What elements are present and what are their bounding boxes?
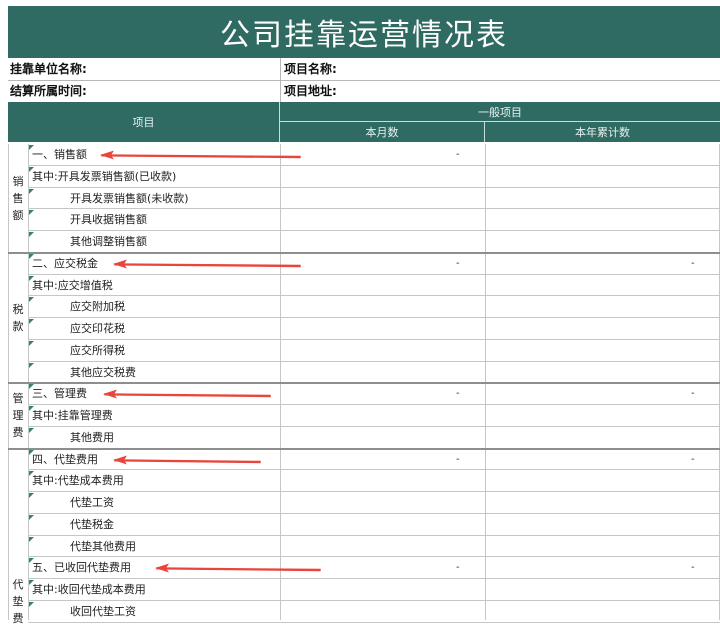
- header-item: 项目: [8, 102, 280, 142]
- project-name-label: 项目名称:: [284, 62, 337, 76]
- row-item-label: 其他费用: [70, 430, 114, 444]
- group-label: 管理费: [8, 383, 28, 448]
- group-divider: [8, 447, 720, 450]
- row-item-label: 其他应交税费: [70, 365, 136, 379]
- group-label-char: 销: [12, 174, 24, 188]
- group-label-char: 管: [12, 392, 24, 406]
- row-item-label: 代垫其他费用: [70, 539, 136, 553]
- row-item-label: 开具收据销售额: [70, 213, 147, 227]
- info-row-1: 挂靠单位名称: 项目名称:: [8, 58, 720, 81]
- annotation-arrow: [113, 259, 301, 269]
- row-item-label: 代垫工资: [70, 496, 114, 509]
- table-row: 开具发票销售额(未收款): [28, 188, 720, 209]
- table-row: 收回代垫工资: [28, 601, 720, 622]
- group-divider: [8, 382, 720, 385]
- table-row: 其他费用: [28, 427, 720, 448]
- header-month: 本月数: [280, 122, 485, 142]
- unit-name-label: 挂靠单位名称:: [10, 62, 87, 76]
- header-general: 一般项目: [280, 102, 720, 122]
- table-row: 其中:应交增值税: [28, 275, 720, 296]
- table-row: 五、已收回代垫费用 - -: [28, 557, 720, 578]
- table-row: 应交所得税: [28, 340, 720, 361]
- row-item-label: 应交附加税: [70, 300, 125, 314]
- table-row: 其他应交税费: [28, 362, 720, 383]
- row-item-label: 其中:应交增值税: [32, 278, 113, 292]
- period-label: 结算所属时间:: [10, 84, 87, 98]
- table-row: 应交印花税: [28, 318, 720, 339]
- group-label: 销售额: [8, 144, 28, 253]
- group-label-char: 款: [12, 320, 24, 333]
- group-label: 代垫费: [8, 576, 28, 636]
- table-row: 代垫其他费用: [28, 536, 720, 557]
- annotation-arrow: [103, 389, 271, 399]
- table-row: 开具收据销售额: [28, 209, 720, 230]
- row-item-label: 收回代垫工资: [70, 604, 136, 618]
- info-row-2: 结算所属时间: 项目地址:: [8, 80, 720, 103]
- info-divider: [280, 80, 281, 102]
- row-item-label: 其他调整销售额: [70, 235, 147, 248]
- table-row: 其中:代垫成本费用: [28, 470, 720, 491]
- row-item-label: 应交所得税: [70, 343, 125, 357]
- group-divider: [8, 251, 720, 254]
- sheet-title: 公司挂靠运营情况表: [8, 6, 720, 58]
- row-item-label: 其中:收回代垫成本费用: [32, 583, 146, 596]
- year-value[interactable]: -: [691, 383, 695, 404]
- year-value[interactable]: -: [691, 557, 695, 578]
- month-value[interactable]: -: [456, 557, 460, 578]
- row-item-label: 其中:开具发票销售额(已收款): [32, 169, 177, 183]
- group-label-char: 垫: [12, 595, 24, 608]
- month-value[interactable]: -: [456, 383, 460, 404]
- annotation-arrow: [155, 563, 321, 573]
- annotation-arrow: [100, 150, 301, 160]
- table-row: 其他调整销售额: [28, 231, 720, 252]
- group-label-char: 费: [12, 426, 24, 440]
- report-sheet: 公司挂靠运营情况表 挂靠单位名称: 项目名称: 结算所属时间: 项目地址: 项目…: [0, 0, 720, 625]
- project-address-label: 项目地址:: [284, 84, 337, 98]
- row-item-label: 代垫税金: [70, 517, 114, 531]
- month-value[interactable]: -: [456, 144, 460, 165]
- table-row: 其中:挂靠管理费: [28, 405, 720, 426]
- group-label-char: 理: [12, 409, 24, 423]
- row-item-label: 其中:挂靠管理费: [32, 409, 113, 422]
- year-value[interactable]: -: [691, 449, 695, 470]
- group-label-char: 费: [12, 612, 24, 625]
- header-year: 本年累计数: [485, 122, 720, 142]
- table-row: 应交附加税: [28, 296, 720, 317]
- group-label-char: 税: [12, 303, 24, 316]
- row-item-label: 应交印花税: [70, 322, 125, 335]
- table-row: 其中:开具发票销售额(已收款): [28, 166, 720, 187]
- group-label: 税款: [8, 253, 28, 384]
- row-item-label: 开具发票销售额(未收款): [70, 191, 189, 205]
- annotation-arrow: [113, 455, 261, 464]
- group-label-char: 售: [12, 191, 24, 205]
- table-row: 代垫税金: [28, 514, 720, 535]
- table-row: 其中:收回代垫成本费用: [28, 579, 720, 600]
- row-item-label: 其中:代垫成本费用: [32, 474, 124, 488]
- info-divider: [280, 58, 281, 80]
- month-value[interactable]: -: [456, 449, 460, 470]
- row-divider: [28, 621, 720, 623]
- year-value[interactable]: -: [691, 253, 695, 274]
- month-value[interactable]: -: [456, 253, 460, 274]
- group-label-char: 代: [12, 578, 24, 591]
- table-row: 代垫工资: [28, 492, 720, 513]
- group-label-char: 额: [12, 208, 24, 222]
